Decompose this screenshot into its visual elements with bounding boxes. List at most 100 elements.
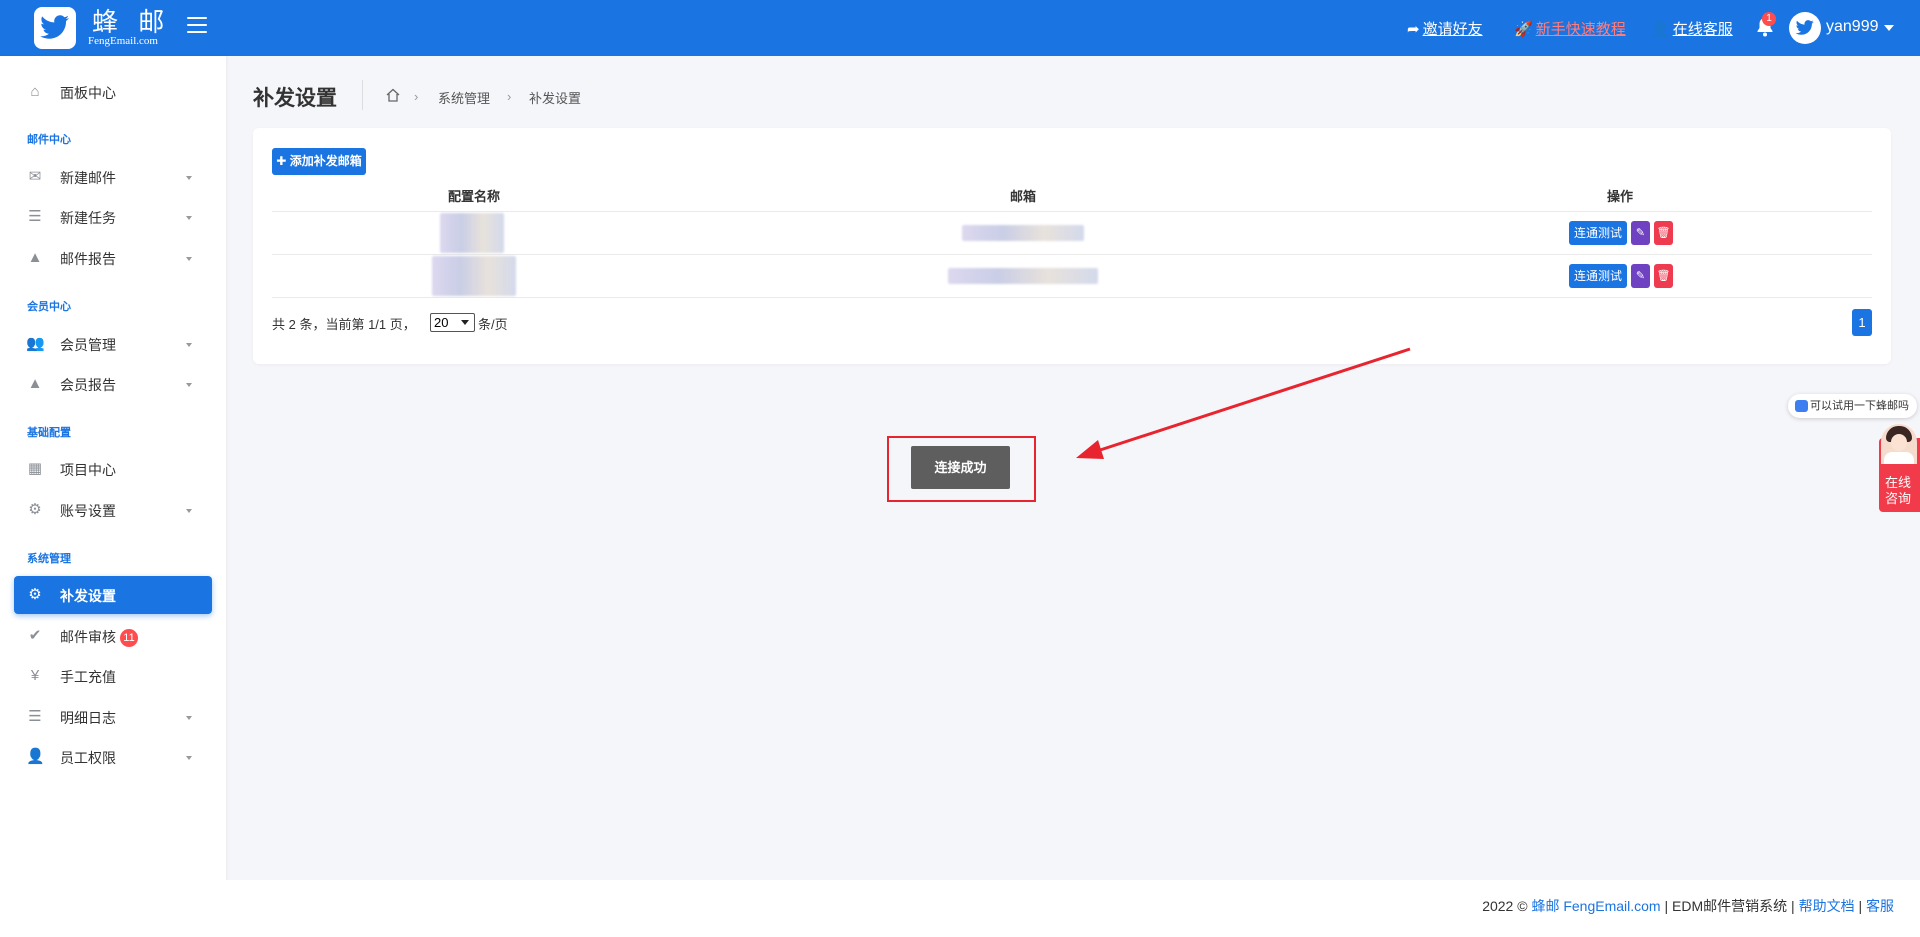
- redacted-config-name: [440, 213, 504, 253]
- sidebar-item-member-manage[interactable]: 👥 会员管理: [14, 325, 212, 363]
- avatar[interactable]: [1789, 12, 1821, 44]
- section-mail-center: 邮件中心: [27, 134, 71, 146]
- online-support-link[interactable]: 👤 在线客服: [1651, 18, 1733, 39]
- sidebar-item-new-task[interactable]: ☰ 新建任务: [14, 198, 212, 236]
- sidebar-item-resend-settings[interactable]: ⚙ 补发设置: [14, 576, 212, 614]
- sidebar-item-project-center[interactable]: ▦ 项目中心: [14, 450, 212, 488]
- chevron-down-icon: [186, 383, 192, 387]
- sidebar-item-staff-permission[interactable]: 👤 员工权限: [14, 738, 212, 776]
- consult-label-line2: 咨询: [1885, 491, 1912, 506]
- column-header-config-name: 配置名称: [448, 189, 501, 204]
- area-chart-icon: ▲: [27, 375, 43, 392]
- connection-test-button[interactable]: 连通测试: [1569, 264, 1627, 288]
- sidebar-item-new-mail[interactable]: ✉ 新建邮件: [14, 158, 212, 196]
- username[interactable]: yan999: [1826, 18, 1879, 36]
- table-divider: [272, 211, 1872, 212]
- envelope-icon: ✉: [28, 168, 42, 185]
- add-resend-mailbox-button[interactable]: ✚ 添加补发邮箱: [272, 148, 366, 175]
- logo-title: 蜂 邮: [92, 8, 171, 38]
- home-icon[interactable]: [385, 87, 401, 103]
- list-ul-icon: ☰: [28, 708, 42, 725]
- breadcrumb-current: 补发设置: [529, 91, 582, 106]
- menu-toggle-icon[interactable]: [187, 17, 207, 35]
- mail-review-label: 邮件审核: [60, 629, 116, 645]
- mail-review-count-badge: 11: [120, 629, 138, 647]
- footer: 2022 © 蜂邮 FengEmail.com | EDM邮件营销系统 | 帮助…: [226, 880, 1920, 937]
- footer-separator: |: [1858, 898, 1863, 914]
- sidebar-item-label: 补发设置: [60, 588, 116, 604]
- sidebar-item-label: 账号设置: [60, 503, 116, 519]
- online-support-label: 在线客服: [1672, 21, 1733, 38]
- sidebar-item-label: 面板中心: [60, 85, 116, 101]
- notification-badge: 1: [1762, 12, 1776, 26]
- sidebar-item-member-report[interactable]: ▲ 会员报告: [14, 365, 212, 403]
- sidebar-item-label: 新建邮件: [60, 170, 116, 186]
- trash-icon[interactable]: 🗑: [1654, 264, 1673, 288]
- sidebar-item-account-settings[interactable]: ⚙ 账号设置: [14, 491, 212, 529]
- redacted-email: [962, 225, 1084, 241]
- redacted-email: [948, 268, 1098, 284]
- user-menu-caret-icon[interactable]: [1884, 25, 1894, 31]
- sidebar-item-label: 新建任务: [60, 210, 116, 226]
- edit-icon[interactable]: ✎: [1631, 264, 1650, 288]
- breadcrumb-chevron-icon: ›: [507, 89, 512, 104]
- sidebar-item-detail-log[interactable]: ☰ 明细日志: [14, 698, 212, 736]
- pager-summary: 共 2 条，当前第 1/1 页，: [272, 317, 416, 332]
- invite-friends-label: 邀请好友: [1422, 21, 1483, 38]
- sidebar-item-manual-recharge[interactable]: ¥ 手工充值: [14, 657, 212, 695]
- chat-prompt-bubble[interactable]: 可以试用一下蜂邮吗: [1788, 394, 1917, 418]
- area-chart-icon: ▲: [27, 249, 43, 266]
- toast-message: 连接成功: [911, 446, 1010, 489]
- page-size-select[interactable]: 20: [430, 313, 475, 332]
- annotation-arrow: [1076, 347, 1411, 459]
- tutorial-label: 新手快速教程: [1535, 21, 1626, 38]
- chevron-down-icon: [186, 509, 192, 513]
- chevron-down-icon: [186, 216, 192, 220]
- section-member-center: 会员中心: [27, 301, 71, 313]
- sidebar-item-label: 手工充值: [60, 669, 116, 685]
- column-header-email: 邮箱: [1010, 189, 1037, 204]
- cubes-icon: ▦: [27, 460, 43, 477]
- invite-friends-link[interactable]: ➦ 邀请好友: [1407, 18, 1483, 39]
- footer-separator: |: [1791, 898, 1795, 914]
- support-agent-avatar[interactable]: [1881, 424, 1917, 464]
- double-check-icon: ✔: [28, 627, 42, 644]
- redacted-config-name: [432, 256, 516, 296]
- pager-unit: 条/页: [478, 317, 508, 332]
- table-divider: [272, 297, 1872, 298]
- share-icon: ➦: [1407, 21, 1420, 38]
- chevron-down-icon: [186, 343, 192, 347]
- sidebar-item-mail-report[interactable]: ▲ 邮件报告: [14, 239, 212, 277]
- trash-icon[interactable]: 🗑: [1654, 221, 1673, 245]
- user-icon: 👤: [1651, 21, 1670, 38]
- footer-help-link[interactable]: 帮助文档: [1799, 898, 1855, 914]
- footer-brand-link[interactable]: 蜂邮 FengEmail.com: [1531, 898, 1660, 914]
- sidebar-item-dashboard[interactable]: ⌂ 面板中心: [14, 73, 212, 111]
- home-icon: ⌂: [30, 83, 40, 100]
- users-icon: 👥: [26, 335, 45, 352]
- cogs-icon: ⚙: [28, 501, 42, 518]
- logo-bird-icon: [34, 7, 76, 49]
- page-button-current[interactable]: 1: [1852, 309, 1872, 336]
- sidebar-item-mail-review[interactable]: ✔ 邮件审核 11: [14, 617, 212, 655]
- rocket-icon: 🚀: [1514, 21, 1533, 38]
- footer-separator: |: [1664, 898, 1669, 914]
- table-divider: [272, 254, 1872, 255]
- sidebar-item-label: 邮件报告: [60, 251, 116, 267]
- breadcrumb-system-manage[interactable]: 系统管理: [438, 88, 490, 107]
- title-divider: [362, 80, 363, 110]
- user-lock-icon: 👤: [26, 748, 45, 765]
- plus-icon: ✚: [276, 154, 290, 168]
- sidebar-item-label: 邮件审核 11: [60, 627, 138, 647]
- connection-test-button[interactable]: 连通测试: [1569, 221, 1627, 245]
- chat-icon: [1795, 400, 1808, 412]
- sidebar-item-label: 会员管理: [60, 337, 116, 353]
- tutorial-link[interactable]: 🚀 新手快速教程: [1514, 18, 1626, 39]
- footer-service-link[interactable]: 客服: [1866, 898, 1894, 914]
- cogs-icon: ⚙: [28, 586, 42, 603]
- top-header: 蜂 邮 FengEmail.com ➦ 邀请好友 🚀 新手快速教程 👤 在线客服 1 …: [0, 0, 1920, 56]
- breadcrumb-chevron-icon: ›: [414, 89, 419, 104]
- column-header-actions: 操作: [1607, 189, 1634, 204]
- edit-icon[interactable]: ✎: [1631, 221, 1650, 245]
- chevron-down-icon: [186, 756, 192, 760]
